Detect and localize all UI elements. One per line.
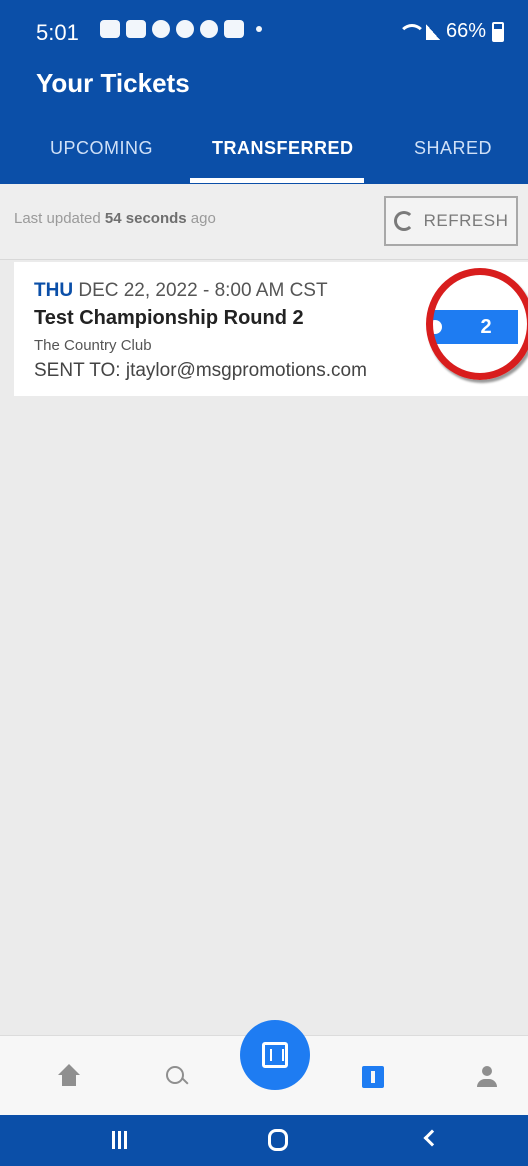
signal-icon [425, 23, 440, 40]
page-title: Your Tickets [36, 68, 190, 98]
back-icon[interactable] [423, 1129, 441, 1147]
event-datetime: DEC 22, 2022 - 8:00 AM CST [73, 280, 328, 301]
refresh-icon [393, 211, 414, 231]
annotation-highlight-circle [426, 268, 528, 380]
refresh-button[interactable]: REFRESH [384, 196, 518, 246]
last-updated-text: Last updated 54 seconds ago [14, 210, 216, 227]
tab-shared[interactable]: SHARED [414, 138, 492, 159]
tab-transferred[interactable]: TRANSFERRED [212, 138, 354, 159]
last-updated-prefix: Last updated [14, 210, 105, 227]
event-venue: The Country Club [34, 337, 152, 354]
ticket-tabs: UPCOMING TRANSFERRED SHARED [0, 130, 528, 184]
event-name: Test Championship Round 2 [34, 307, 304, 329]
search-icon[interactable] [164, 1064, 190, 1090]
status-time: 5:01 [36, 20, 79, 45]
mail-icon [224, 20, 244, 38]
notification-icons [100, 20, 262, 38]
news-icon [126, 20, 146, 38]
facebook-icon [200, 20, 218, 38]
tab-upcoming[interactable]: UPCOMING [50, 138, 153, 159]
scan-barcode-icon [262, 1042, 288, 1068]
facebook-icon [176, 20, 194, 38]
last-updated-elapsed: 54 seconds [104, 210, 187, 227]
event-sent-to: SENT TO: jtaylor@msgpromotions.com [34, 360, 367, 381]
battery-icon [492, 21, 504, 42]
event-day: THU [34, 280, 74, 301]
event-date: THU DEC 22, 2022 - 8:00 AM CST [34, 280, 328, 302]
home-icon[interactable] [56, 1064, 82, 1090]
more-notifications-icon [256, 26, 262, 32]
active-tab-indicator [190, 178, 364, 183]
facebook-icon [152, 20, 170, 38]
update-bar: Last updated 54 seconds ago REFRESH [0, 184, 528, 260]
wifi-icon [397, 23, 426, 40]
status-bar: 5:01 66% [0, 0, 528, 56]
scan-button[interactable] [240, 1020, 310, 1090]
refresh-label: REFRESH [423, 211, 509, 230]
app-header: 5:01 66% Your Tickets UPCOMING TRANSFERR… [0, 0, 528, 184]
status-indicators: 66% [397, 20, 504, 43]
message-icon [100, 20, 120, 38]
battery-level: 66% [445, 20, 486, 42]
home-button-icon[interactable] [268, 1129, 288, 1151]
recent-apps-icon[interactable] [112, 1131, 132, 1149]
account-icon[interactable] [474, 1064, 500, 1090]
system-nav-bar [0, 1115, 528, 1166]
tickets-icon[interactable] [362, 1066, 384, 1088]
last-updated-suffix: ago [186, 210, 216, 227]
